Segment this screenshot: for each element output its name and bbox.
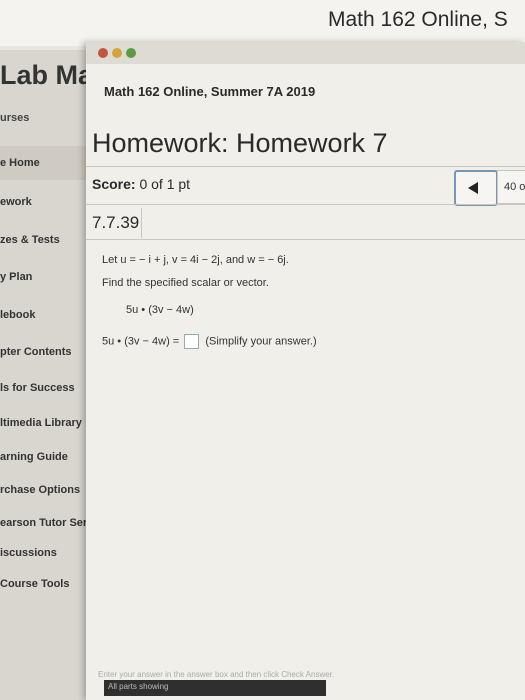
parts-status-bar: All parts showing xyxy=(104,680,326,696)
score-value: 0 of 1 pt xyxy=(139,176,191,192)
divider xyxy=(86,239,525,240)
footer-instruction: Enter your answer in the answer box and … xyxy=(98,670,335,679)
window-title: Math 162 Online, S xyxy=(328,8,508,31)
answer-row: 5u • (3v − 4w) = (Simplify your answer.) xyxy=(102,334,317,349)
divider xyxy=(86,204,525,205)
problem-id: 7.7.39 xyxy=(90,208,143,238)
sidebar-item-course-tools[interactable]: Course Tools xyxy=(0,575,69,593)
answer-input[interactable] xyxy=(184,334,200,349)
sidebar-item-courses[interactable]: urses xyxy=(0,112,29,124)
divider xyxy=(86,166,525,167)
sidebar-lab-title: Lab Ma xyxy=(0,60,94,90)
sidebar-item-study-plan[interactable]: y Plan xyxy=(0,268,32,286)
maximize-window-button[interactable] xyxy=(126,48,136,58)
answer-lhs: 5u • (3v − 4w) = xyxy=(102,335,180,348)
browser-title-bar: Math 162 Online, S xyxy=(0,0,525,46)
problem-instruction: Find the specified scalar or vector. xyxy=(102,277,269,289)
sidebar-item-home[interactable]: e Home xyxy=(0,154,40,172)
sidebar-item-multimedia-library[interactable]: ltimedia Library xyxy=(0,414,82,432)
course-title: Math 162 Online, Summer 7A 2019 xyxy=(104,84,316,99)
sidebar-item-chapter-contents[interactable]: pter Contents xyxy=(0,343,72,361)
homework-window: Math 162 Online, Summer 7A 2019 Homework… xyxy=(86,42,525,700)
score-label: Score: xyxy=(92,176,136,192)
window-titlebar xyxy=(86,42,525,64)
sidebar-item-ebook[interactable]: lebook xyxy=(0,306,35,324)
sidebar-item-discussions[interactable]: iscussions xyxy=(0,544,57,562)
homework-title: Homework: Homework 7 xyxy=(92,128,388,158)
parts-status-label: All parts showing xyxy=(108,682,169,691)
sidebar-item-homework[interactable]: ework xyxy=(0,193,32,211)
minimize-window-button[interactable] xyxy=(112,48,122,58)
sidebar-item-learning-guide[interactable]: arning Guide xyxy=(0,448,68,466)
previous-question-button[interactable] xyxy=(454,170,498,206)
sidebar-item-purchase-options[interactable]: rchase Options xyxy=(0,481,80,499)
answer-hint: (Simplify your answer.) xyxy=(205,335,317,348)
sidebar-item-tools-for-success[interactable]: ls for Success xyxy=(0,379,75,397)
score-display: Score: 0 of 1 pt xyxy=(92,176,190,192)
question-pager[interactable]: 40 o xyxy=(497,170,525,204)
close-window-button[interactable] xyxy=(98,48,108,58)
sidebar-item-quizzes-tests[interactable]: zes & Tests xyxy=(0,231,60,249)
problem-expression: 5u • (3v − 4w) xyxy=(126,304,194,316)
problem-statement: Let u = − i + j, v = 4i − 2j, and w = − … xyxy=(102,254,289,266)
triangle-left-icon xyxy=(468,182,478,194)
